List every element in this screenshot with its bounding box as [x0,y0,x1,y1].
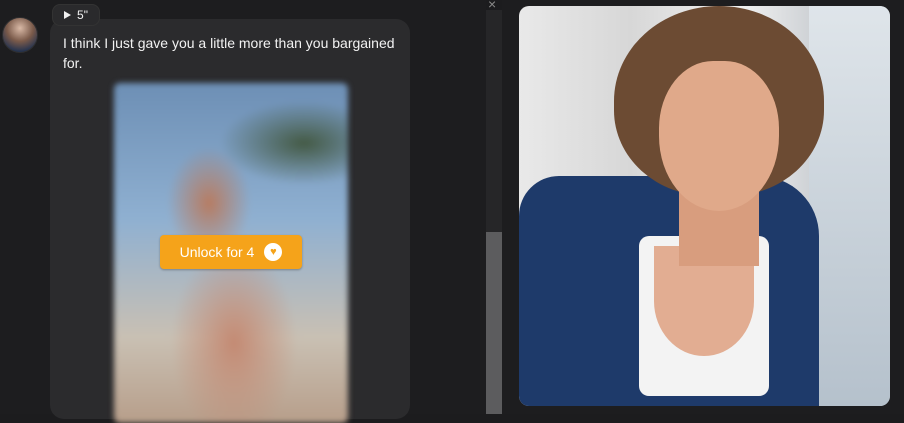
unlock-label: Unlock for 4 [179,244,255,260]
photo-window [809,6,890,406]
play-icon [64,11,72,19]
avatar[interactable] [2,17,38,53]
scrollbar-thumb[interactable] [486,232,502,414]
unlock-button[interactable]: Unlock for 4 ♥ [160,235,302,269]
profile-photo [519,6,890,406]
close-icon[interactable]: × [488,0,496,12]
message-text: I think I just gave you a little more th… [63,35,395,71]
photo-face [659,61,779,211]
audio-play-button[interactable]: 5" [52,4,100,26]
audio-duration: 5" [77,8,88,22]
heart-coin-icon: ♥ [264,243,283,261]
